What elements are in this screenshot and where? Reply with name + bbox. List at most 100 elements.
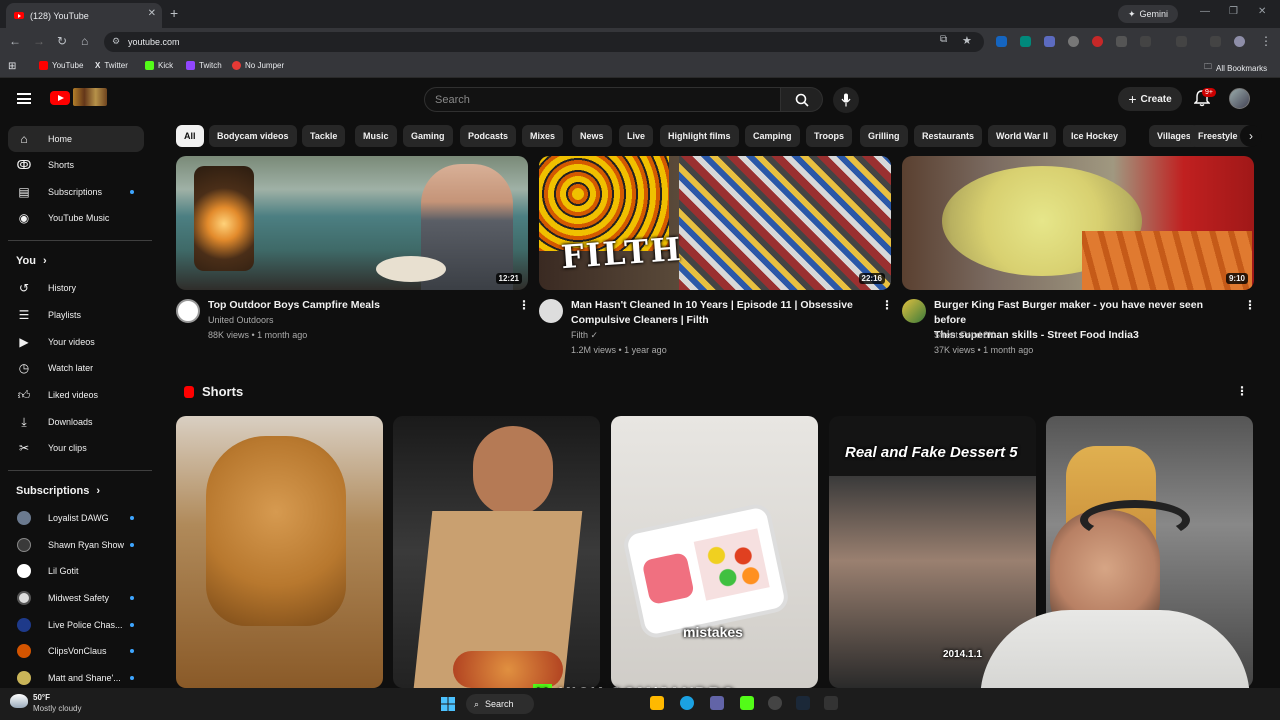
steam-icon[interactable] <box>796 696 810 710</box>
bookmark-youtube[interactable]: YouTube <box>39 61 83 70</box>
sidebar-item-youtube-music[interactable]: ◉ YouTube Music <box>8 205 144 231</box>
sidebar-item-downloads[interactable]: ⤓ Downloads <box>8 409 144 435</box>
sidebar-sub-clipsvonclaus[interactable]: ClipsVonClaus <box>8 638 144 664</box>
minimize-icon[interactable]: — <box>1200 6 1210 17</box>
sidebar-item-home[interactable]: ⌂ Home <box>8 126 144 152</box>
address-bar[interactable]: ⚙ youtube.com <box>104 32 984 52</box>
extension-icon[interactable] <box>1020 36 1031 47</box>
short-thumbnail[interactable] <box>393 416 600 688</box>
shorts-more-icon[interactable]: ⋮ <box>1236 384 1248 398</box>
channel-avatar[interactable] <box>902 299 926 323</box>
file-explorer-icon[interactable] <box>650 696 664 710</box>
more-actions-icon[interactable]: ⋮ <box>881 298 893 312</box>
weather-temp[interactable]: 50°F <box>33 693 50 702</box>
maximize-icon[interactable]: ❐ <box>1229 6 1238 17</box>
sidebar-item-your-clips[interactable]: ✂ Your clips <box>8 435 144 461</box>
chip-camping[interactable]: Camping <box>745 125 800 147</box>
channel-name[interactable]: Street Food 8K <box>934 328 995 343</box>
back-icon[interactable]: ← <box>9 34 21 48</box>
sidepanel-icon[interactable] <box>1176 36 1187 47</box>
account-avatar[interactable] <box>1229 88 1250 109</box>
video-title[interactable]: Man Hasn't Cleaned In 10 Years | Episode… <box>571 298 871 328</box>
chip-music[interactable]: Music <box>355 125 397 147</box>
search-button[interactable] <box>781 87 823 112</box>
chips-next-button[interactable]: › <box>1240 125 1262 147</box>
browser-tab[interactable]: (128) YouTube ✕ <box>6 3 162 28</box>
you-heading[interactable]: You › <box>16 255 47 267</box>
weather-desc[interactable]: Mostly cloudy <box>33 704 81 713</box>
chip-troops[interactable]: Troops <box>806 125 853 147</box>
voice-search-button[interactable] <box>833 87 859 113</box>
channel-avatar[interactable] <box>539 299 563 323</box>
browser-menu-icon[interactable]: ⋮ <box>1260 34 1272 48</box>
extension-icon[interactable] <box>1092 36 1103 47</box>
chip-bodycam-videos[interactable]: Bodycam videos <box>209 125 297 147</box>
more-actions-icon[interactable]: ⋮ <box>1244 298 1256 312</box>
extension-icon[interactable] <box>1044 36 1055 47</box>
chrome-icon[interactable] <box>680 696 694 710</box>
video-title[interactable]: Top Outdoor Boys Campfire Meals <box>208 298 508 313</box>
video-thumbnail[interactable]: FILTH 22:16 <box>539 156 891 290</box>
chip-restaurants[interactable]: Restaurants <box>914 125 983 147</box>
sidebar-sub-live-police-chase[interactable]: Live Police Chas... <box>8 612 144 638</box>
cast-icon[interactable] <box>1210 36 1221 47</box>
obs-icon[interactable] <box>768 696 782 710</box>
more-actions-icon[interactable]: ⋮ <box>518 298 530 312</box>
extension-icon[interactable] <box>996 36 1007 47</box>
chip-news[interactable]: News <box>572 125 612 147</box>
install-icon[interactable]: ⧉ <box>940 34 947 45</box>
reload-icon[interactable]: ↻ <box>57 34 67 48</box>
chip-world-war-ii[interactable]: World War II <box>988 125 1057 147</box>
sidebar-sub-midwest-safety[interactable]: Midwest Safety <box>8 585 144 611</box>
chip-all[interactable]: All <box>176 125 204 147</box>
bookmark-star-icon[interactable]: ★ <box>962 34 972 47</box>
youtube-doodle[interactable] <box>73 88 107 106</box>
chip-grilling[interactable]: Grilling <box>860 125 908 147</box>
chip-live[interactable]: Live <box>619 125 654 147</box>
home-browser-icon[interactable]: ⌂ <box>81 34 88 48</box>
sidebar-item-liked-videos[interactable]: 👍︎ Liked videos <box>8 382 144 408</box>
menu-icon[interactable] <box>17 93 31 104</box>
sidebar-sub-shawn-ryan-show[interactable]: Shawn Ryan Show <box>8 532 144 558</box>
chip-highlight-films[interactable]: Highlight films <box>660 125 739 147</box>
bookmark-twitter[interactable]: X Twitter <box>95 61 128 70</box>
create-button[interactable]: + Create <box>1118 87 1182 111</box>
new-tab-icon[interactable]: + <box>170 5 178 21</box>
channel-avatar[interactable] <box>176 299 200 323</box>
extensions-puzzle-icon[interactable] <box>1140 36 1151 47</box>
gemini-button[interactable]: ✦ Gemini <box>1118 5 1179 23</box>
windows-start-icon[interactable] <box>441 697 455 711</box>
sidebar-item-shorts[interactable]: ↂ Shorts <box>8 152 144 178</box>
discord-icon[interactable] <box>710 696 724 710</box>
video-thumbnail[interactable]: 9:10 <box>902 156 1254 290</box>
close-tab-icon[interactable]: ✕ <box>148 8 156 19</box>
bookmark-twitch[interactable]: Twitch <box>186 61 222 70</box>
chip-gaming[interactable]: Gaming <box>403 125 453 147</box>
sidebar-item-watch-later[interactable]: ◷ Watch later <box>8 355 144 381</box>
extension-icon[interactable] <box>1068 36 1079 47</box>
apps-grid-icon[interactable]: ⊞ <box>8 61 16 72</box>
bookmark-nojumper[interactable]: No Jumper <box>232 61 284 70</box>
sidebar-item-history[interactable]: ↺ History <box>8 275 144 301</box>
video-thumbnail[interactable]: 12:21 <box>176 156 528 290</box>
short-thumbnail[interactable]: mistakes <box>611 416 818 688</box>
app-icon[interactable] <box>824 696 838 710</box>
taskbar-search[interactable]: ⌕ Search <box>466 694 534 714</box>
site-info-icon[interactable]: ⚙ <box>112 36 120 47</box>
chip-tackle[interactable]: Tackle <box>302 125 346 147</box>
short-thumbnail[interactable] <box>176 416 383 688</box>
search-input[interactable]: Search <box>424 87 781 112</box>
channel-name[interactable]: United Outdoors <box>208 313 274 328</box>
chip-podcasts[interactable]: Podcasts <box>460 125 517 147</box>
bookmark-kick[interactable]: Kick <box>145 61 173 70</box>
profile-icon[interactable] <box>1234 36 1245 47</box>
channel-name[interactable]: Filth ✓ <box>571 328 598 343</box>
kick-app-icon[interactable] <box>740 696 754 710</box>
sidebar-item-your-videos[interactable]: ▶ Your videos <box>8 329 144 355</box>
youtube-logo-icon[interactable] <box>50 91 70 105</box>
extension-icon[interactable] <box>1116 36 1127 47</box>
chip-ice-hockey[interactable]: Ice Hockey <box>1063 125 1127 147</box>
forward-icon[interactable]: → <box>33 34 45 48</box>
sidebar-sub-loyalist-dawg[interactable]: Loyalist DAWG <box>8 505 144 531</box>
close-window-icon[interactable]: ✕ <box>1258 6 1266 17</box>
